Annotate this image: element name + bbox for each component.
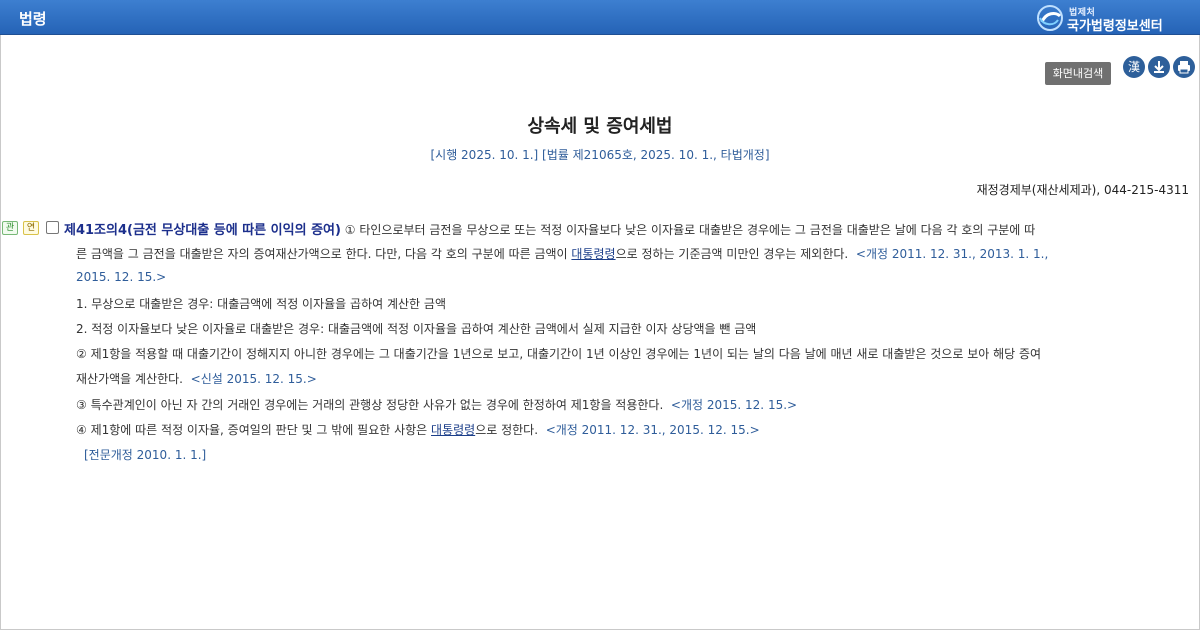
- precedent-badge[interactable]: 관: [2, 221, 18, 235]
- paragraph-2-line-1: ② 제1항을 적용할 때 대출기간이 정해지지 아니한 경우에는 그 대출기간을…: [76, 347, 1042, 361]
- paragraph-4-text-b: 으로 정한다.: [475, 423, 539, 437]
- article-select-checkbox[interactable]: [46, 221, 59, 234]
- history-badge[interactable]: 연: [23, 221, 39, 235]
- paragraph-1-text-b: 으로 정하는 기준금액 미만인 경우는 제외한다.: [615, 247, 849, 261]
- presidential-decree-link-2[interactable]: 대통령령: [431, 423, 475, 437]
- paragraph-3-text: ③ 특수관계인이 아닌 자 간의 거래인 경우에는 거래의 관행상 정당한 사유…: [76, 398, 664, 412]
- logo-center-name: 국가법령정보센터: [1067, 19, 1163, 34]
- paragraph-3: ③ 특수관계인이 아닌 자 간의 거래인 경우에는 거래의 관행상 정당한 사유…: [76, 396, 797, 413]
- download-arrow-icon: [1154, 61, 1164, 73]
- law-center-logo[interactable]: 법제처 국가법령정보센터: [1036, 4, 1196, 34]
- paragraph-1-line-1: ① 타인으로부터 금전을 무상으로 또는 적정 이자율보다 낮은 이자율로 대출…: [344, 223, 1036, 237]
- presidential-decree-link[interactable]: 대통령령: [571, 247, 615, 261]
- law-enforcement-info: [시행 2025. 10. 1.] [법률 제21065호, 2025. 10.…: [430, 148, 770, 162]
- paragraph-3-amendment-note: <개정 2015. 12. 15.>: [670, 398, 798, 412]
- new-provision-note: <신설 2015. 12. 15.>: [190, 372, 317, 386]
- paragraph-1-text-a: 른 금액을 그 금전을 대출받은 자의 증여재산가액으로 한다. 다만, 다음 …: [76, 247, 572, 261]
- item-1: 1. 무상으로 대출받은 경우: 대출금액에 적정 이자율을 곱하여 계산한 금…: [76, 297, 446, 311]
- paragraph-4-amendment-note: <개정 2011. 12. 31., 2015. 12. 15.>: [545, 423, 760, 437]
- paragraph-2-text: 재산가액을 계산한다.: [76, 372, 183, 386]
- amendment-note: <개정 2011. 12. 31., 2013. 1. 1.,: [855, 247, 1049, 261]
- paragraph-4: ④ 제1항에 따른 적정 이자율, 증여일의 판단 및 그 밖에 필요한 사항은…: [76, 421, 760, 438]
- amendment-note-continued: 2015. 12. 15.>: [76, 270, 167, 284]
- download-icon[interactable]: [1148, 56, 1170, 78]
- law-title: 상속세 및 증여세법: [527, 116, 673, 137]
- print-icon[interactable]: [1173, 56, 1195, 78]
- page-frame: [0, 0, 1200, 630]
- full-revision-note: [전문개정 2010. 1. 1.]: [84, 448, 207, 462]
- logo-swirl-icon: [1037, 5, 1063, 31]
- printer-icon: [1178, 61, 1190, 74]
- in-page-search-button[interactable]: 화면내검색: [1045, 62, 1111, 85]
- article-first-line: 제41조의4(금전 무상대출 등에 따른 이익의 증여) ① 타인으로부터 금전…: [64, 219, 1035, 238]
- item-2: 2. 적정 이자율보다 낮은 이자율로 대출받은 경우: 대출금액에 적정 이자…: [76, 322, 757, 336]
- paragraph-1-line-2: 른 금액을 그 금전을 대출받은 자의 증여재산가액으로 한다. 다만, 다음 …: [76, 245, 1048, 262]
- paragraph-4-text-a: ④ 제1항에 따른 적정 이자율, 증여일의 판단 및 그 밖에 필요한 사항은: [76, 423, 432, 437]
- hanja-icon[interactable]: 漢: [1123, 56, 1145, 78]
- ministry-contact: 재정경제부(재산세제과), 044-215-4311: [976, 183, 1189, 197]
- paragraph-2-line-2: 재산가액을 계산한다. <신설 2015. 12. 15.>: [76, 370, 317, 387]
- top-bar: 법령 법제처 국가법령정보센터: [0, 0, 1200, 35]
- page-category-title: 법령: [19, 10, 47, 28]
- article-title[interactable]: 제41조의4(금전 무상대출 등에 따른 이익의 증여): [64, 223, 341, 238]
